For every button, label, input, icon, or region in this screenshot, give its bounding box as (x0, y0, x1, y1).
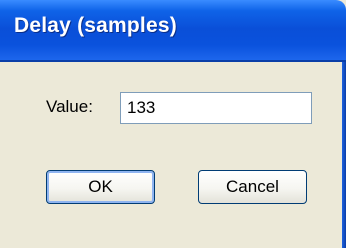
dialog-title: Delay (samples) (14, 14, 177, 37)
cancel-button[interactable]: Cancel (198, 170, 307, 204)
title-bar[interactable]: Delay (samples) (0, 0, 346, 62)
value-label: Value: (46, 97, 93, 116)
window-frame-right (342, 62, 346, 248)
delay-dialog: Delay (samples) Value: OK Cancel (0, 0, 346, 248)
value-input[interactable] (120, 92, 312, 124)
ok-button[interactable]: OK (46, 170, 155, 204)
